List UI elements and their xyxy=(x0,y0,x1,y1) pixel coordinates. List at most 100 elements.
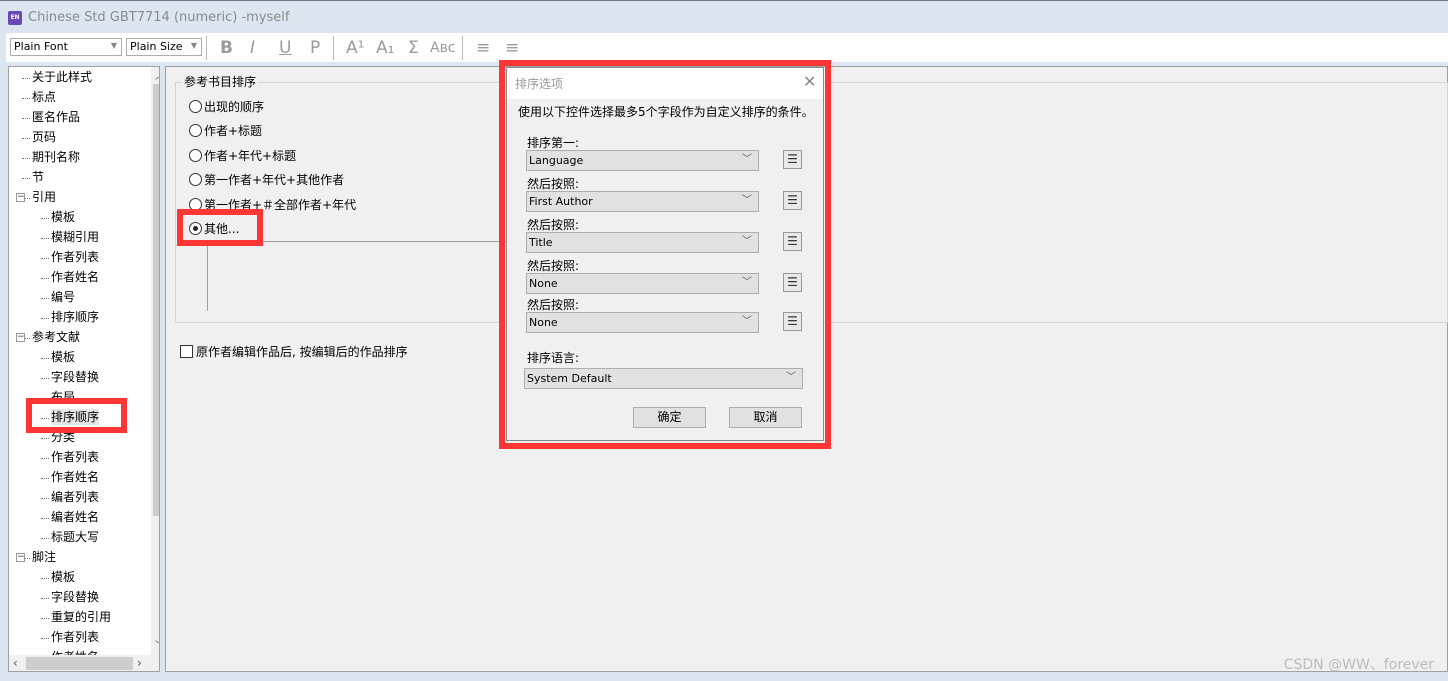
chevron-down-icon: ﹀ xyxy=(742,154,752,165)
tree-item[interactable]: 模板 xyxy=(51,209,75,225)
scroll-left-icon[interactable]: ‹ xyxy=(13,656,18,670)
language-label: 排序语言: xyxy=(527,351,580,365)
radio-icon[interactable] xyxy=(189,100,202,113)
tree-item[interactable]: 模糊引用 xyxy=(51,229,99,245)
small-caps-button[interactable]: Aʙᴄ xyxy=(430,37,455,59)
tree-item[interactable]: 模板 xyxy=(51,569,75,585)
align-left-button[interactable]: ≡ xyxy=(476,37,490,59)
size-value: Plain Size xyxy=(130,40,183,53)
bold-button[interactable]: B xyxy=(220,37,233,59)
tree-item[interactable]: 作者姓名 xyxy=(51,269,99,285)
tree-connector xyxy=(41,278,49,279)
sort-field-label: 然后按照: xyxy=(527,218,580,232)
sort-direction-icon[interactable]: ☰ xyxy=(783,232,802,251)
plain-button[interactable]: P xyxy=(310,37,320,59)
tree-connector xyxy=(41,618,49,619)
tree-item[interactable]: 编号 xyxy=(51,289,75,305)
sort-field-select[interactable]: First Author ﹀ xyxy=(526,191,759,212)
sort-options-dialog: 排序选项 ✕ 使用以下控件选择最多5个字段作为自定义排序的条件。 排序第一: La… xyxy=(506,67,824,441)
tree-item[interactable]: 页码 xyxy=(32,129,56,145)
tree-item[interactable]: 字段替换 xyxy=(51,589,99,605)
collapse-icon[interactable]: − xyxy=(16,333,25,342)
tree-item[interactable]: 标题大写 xyxy=(51,529,99,545)
sort-field-value: Title xyxy=(529,236,553,249)
separator xyxy=(206,36,207,60)
checkbox[interactable] xyxy=(180,345,193,358)
radio-icon[interactable] xyxy=(189,173,202,187)
sort-option-radio[interactable]: 作者+年代+标题 xyxy=(189,148,296,164)
cancel-button[interactable]: 取消 xyxy=(729,407,802,428)
dropdown-arrow-icon: ▼ xyxy=(110,41,117,50)
chevron-down-icon: ﹀ xyxy=(742,316,752,327)
tree-item[interactable]: 作者列表 xyxy=(51,449,99,465)
tree-item[interactable]: 作者列表 xyxy=(51,629,99,645)
tree-item[interactable]: 模板 xyxy=(51,349,75,365)
tree-item[interactable]: 脚注 xyxy=(32,549,56,565)
size-select[interactable]: Plain Size ▼ xyxy=(126,38,202,56)
radio-icon[interactable] xyxy=(189,148,202,162)
sort-field-select[interactable]: Title ﹀ xyxy=(526,232,759,253)
collapse-icon[interactable]: − xyxy=(16,553,25,562)
tree-connector xyxy=(41,298,49,299)
sort-direction-icon[interactable]: ☰ xyxy=(783,312,802,331)
align-center-button[interactable]: ≡ xyxy=(505,37,519,59)
vertical-scroll-thumb[interactable] xyxy=(153,84,159,516)
underline-button[interactable]: U xyxy=(279,37,291,59)
tree-connector xyxy=(41,598,49,599)
tree-item[interactable]: 重复的引用 xyxy=(51,609,111,625)
chevron-down-icon: ﹀ xyxy=(786,372,796,383)
sort-option-radio[interactable]: 作者+标题 xyxy=(189,123,262,139)
subscript-button[interactable]: A₁ xyxy=(376,37,394,59)
tree-connector xyxy=(22,178,30,179)
tree-connector xyxy=(41,458,49,459)
italic-button[interactable]: I xyxy=(250,37,255,59)
tree-connector xyxy=(22,138,30,139)
tree-item[interactable]: 关于此样式 xyxy=(32,69,92,85)
close-icon[interactable]: ✕ xyxy=(803,72,816,91)
sort-option-radio[interactable]: 第一作者+年代+其他作者 xyxy=(189,172,344,188)
tree-item[interactable]: 作者列表 xyxy=(51,249,99,265)
font-select[interactable]: Plain Font ▼ xyxy=(10,38,122,56)
tree-item[interactable]: 编者姓名 xyxy=(51,509,99,525)
tree-item[interactable]: 编者列表 xyxy=(51,489,99,505)
sort-field-select[interactable]: Language ﹀ xyxy=(526,150,759,171)
ok-button[interactable]: 确定 xyxy=(633,407,706,428)
sort-field-value: None xyxy=(529,316,558,329)
tree-item[interactable]: 引用 xyxy=(32,189,56,205)
tree-connector xyxy=(41,258,49,259)
language-select[interactable]: System Default ﹀ xyxy=(524,368,803,389)
highlight-tree-item xyxy=(26,398,127,433)
editor-sort-checkbox[interactable]: 原作者编辑作品后, 按编辑后的作品排序 xyxy=(180,343,408,360)
tree-item[interactable]: 期刊名称 xyxy=(32,149,80,165)
sort-direction-icon[interactable]: ☰ xyxy=(783,191,802,210)
collapse-icon[interactable]: − xyxy=(16,193,25,202)
separator xyxy=(333,36,334,60)
tree-connector xyxy=(22,118,30,119)
style-tree[interactable]: 关于此样式 标点 匿名作品 页码 期刊名称节 − 引用 模板 模糊引用 作者列表 作者姓名 编号 排序顺… xyxy=(8,66,160,672)
sort-direction-icon[interactable]: ☰ xyxy=(783,150,802,169)
tree-item[interactable]: 标点 xyxy=(32,89,56,105)
scroll-down-icon[interactable]: ﹀ xyxy=(155,637,159,652)
horizontal-scroll-thumb[interactable] xyxy=(26,657,133,670)
sort-option-radio[interactable]: 出现的顺序 xyxy=(189,99,264,115)
sort-direction-icon[interactable]: ☰ xyxy=(783,273,802,292)
title-bar: EN Chinese Std GBT7714 (numeric) -myself xyxy=(0,0,1448,33)
tree-item[interactable]: 排序顺序 xyxy=(51,309,99,325)
tree-item[interactable]: 字段替换 xyxy=(51,369,99,385)
tree-item[interactable]: 参考文献 xyxy=(32,329,80,345)
scroll-right-icon[interactable]: › xyxy=(137,656,142,670)
custom-sort-box xyxy=(207,241,507,311)
watermark: CSDN @WW、forever xyxy=(1283,657,1434,673)
radio-icon[interactable] xyxy=(189,124,202,138)
scroll-up-icon[interactable]: ︿ xyxy=(155,67,159,82)
tree-item[interactable]: 作者姓名 xyxy=(51,469,99,485)
sort-field-select[interactable]: None ﹀ xyxy=(526,273,759,294)
symbol-button[interactable]: Σ xyxy=(408,37,419,59)
group-label: 参考书目排序 xyxy=(182,73,259,90)
sort-field-select[interactable]: None ﹀ xyxy=(526,312,759,333)
superscript-button[interactable]: A¹ xyxy=(346,37,364,59)
tree-item[interactable]: 节 xyxy=(32,169,44,185)
sort-field-value: First Author xyxy=(529,195,593,208)
sort-field-label: 然后按照: xyxy=(527,177,580,191)
tree-item[interactable]: 匿名作品 xyxy=(32,109,80,125)
